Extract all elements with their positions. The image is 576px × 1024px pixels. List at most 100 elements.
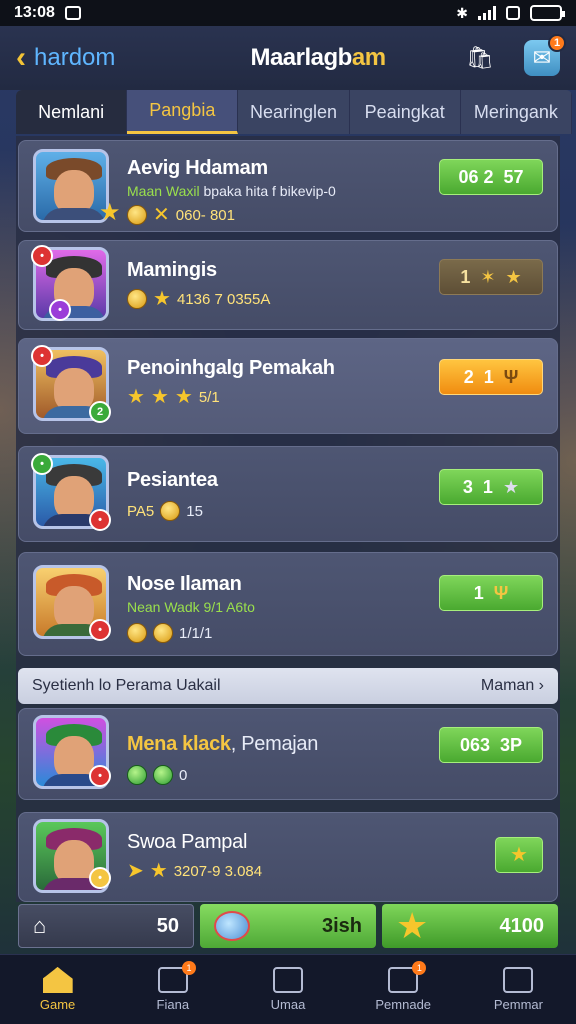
nav-label: Umaa — [270, 997, 306, 1012]
back-button[interactable]: ‹ hardom — [16, 41, 196, 75]
bow-icon: ✕ — [153, 204, 170, 226]
list-item[interactable]: • • Mamingis ★ 4136 7 0355A 1 ✶ ★ — [18, 240, 558, 330]
home-count: 50 — [156, 914, 179, 937]
reward-value: 4100 — [499, 914, 545, 937]
star-icon: ★ — [174, 386, 193, 408]
score-button[interactable]: ★ — [495, 837, 543, 873]
section-link[interactable]: Maman › — [481, 677, 544, 695]
score-button[interactable]: 2 1 Ψ — [439, 359, 543, 395]
notification-icon — [64, 6, 81, 20]
star-icon: ★ — [99, 199, 121, 226]
player-subtitle-rest: bpaka hita f bikevip-0 — [203, 183, 336, 199]
rank-badge: • — [31, 345, 53, 367]
tab-1[interactable]: Pangbia — [127, 90, 239, 134]
home-icon — [42, 967, 73, 993]
coin-icon — [160, 501, 181, 521]
mail-button[interactable]: ✉ 1 — [524, 34, 566, 76]
medal-icon: ✶ — [480, 266, 496, 287]
list-item[interactable]: • 2 Penoinhgalg Pemakah ★ ★ ★ 5/1 2 1 Ψ — [18, 338, 558, 434]
player-subtitle-accent: Maan Waxil — [127, 183, 200, 199]
nav-label: Pemmar — [493, 997, 543, 1012]
list-item[interactable]: • • Pesiantea PA5 15 3 1 ★ — [18, 446, 558, 542]
score-button[interactable]: 063 3P — [439, 727, 543, 763]
mail-badge: 1 — [548, 34, 566, 52]
coin-icon — [153, 623, 173, 643]
list-item[interactable]: • Nose Ilaman Nean Wadk 9/1 A6to 1/1/1 1… — [18, 552, 558, 656]
star-icon: ★ — [510, 844, 528, 866]
tab-3[interactable]: Peaingkat — [350, 90, 461, 134]
gem-icon — [153, 765, 173, 785]
bottom-nav: Game 1 Fiana Umaa 1 Pemnade Pemmar — [0, 954, 576, 1024]
nav-item-fiana[interactable]: 1 Fiana — [115, 955, 230, 1024]
score-button[interactable]: 3 1 ★ — [439, 469, 543, 505]
class-badge: 2 — [89, 401, 111, 423]
player-name: Mamingis — [127, 259, 217, 281]
shop-button[interactable]: 🛍 — [462, 40, 498, 76]
nav-item-game[interactable]: Game — [0, 955, 115, 1024]
status-time: 13:08 — [14, 4, 55, 21]
status-bar: 13:08 ✱ — [0, 0, 576, 26]
nav-badge: 1 — [182, 961, 197, 975]
nav-item-umaa[interactable]: Umaa — [230, 955, 345, 1024]
reward-action-button[interactable]: ★ 4100 — [382, 904, 558, 948]
tab-bar: Nemlani Pangbia Nearinglen Peaingkat Mer… — [16, 90, 572, 134]
rank-badge: • — [31, 245, 53, 267]
shop-icon: 🛍 — [466, 45, 494, 70]
class-badge: • — [49, 299, 71, 321]
list-item[interactable]: • Swoa Pampal ➤ ★ 3207-9 3.084 ★ — [18, 812, 558, 902]
player-meta-text: 3207-9 3.084 — [173, 862, 263, 880]
bow-icon: ➤ — [127, 860, 144, 882]
player-meta: PA5 15 — [127, 501, 203, 521]
player-meta: ✕ 060- 801 — [127, 205, 235, 225]
player-subtitle-accent: Nean Wadk 9/1 A6to — [127, 599, 255, 615]
player-meta: ★ 4136 7 0355A — [127, 289, 270, 309]
player-meta-prefix: PA5 — [127, 502, 155, 520]
score-value-secondary: 57 — [503, 166, 524, 187]
score-value: 1 — [460, 266, 471, 287]
list-item[interactable]: • Mena klack, Pemajan 0 063 3P — [18, 708, 558, 800]
coin-icon — [127, 289, 147, 309]
score-button[interactable]: 1 Ψ — [439, 575, 543, 611]
player-meta: 0 — [127, 765, 187, 785]
nav-badge: 1 — [412, 961, 427, 975]
nav-label: Game — [39, 997, 76, 1012]
player-list: ★ Aevig Hdamam Maan Waxil bpaka hita f b… — [16, 136, 560, 902]
avatar — [33, 149, 109, 223]
mid-label: 3ish — [321, 914, 362, 937]
score-value-secondary: 1 — [483, 366, 494, 387]
player-meta: ➤ ★ 3207-9 3.084 — [127, 861, 262, 881]
nav-item-pemnade[interactable]: 1 Pemnade — [346, 955, 461, 1024]
star-icon: ★ — [149, 860, 168, 882]
player-name: Pesiantea — [127, 469, 218, 491]
nav-item-pemmar[interactable]: Pemmar — [461, 955, 576, 1024]
battery-icon — [530, 5, 565, 21]
mid-action-button[interactable]: 3ish — [200, 904, 376, 948]
home-icon: ⌂ — [33, 913, 47, 938]
gem-icon — [127, 765, 147, 785]
action-bar: ⌂ 50 3ish ★ 4100 — [18, 904, 560, 948]
player-meta: 1/1/1 — [127, 623, 212, 643]
score-button[interactable]: 06 2 57 — [439, 159, 543, 195]
trophy-icon: Ψ — [503, 366, 519, 387]
page-title: Maarlagbam — [196, 44, 440, 72]
score-button[interactable]: 1 ✶ ★ — [439, 259, 543, 295]
class-badge: • — [89, 619, 111, 641]
home-action-button[interactable]: ⌂ 50 — [18, 904, 194, 948]
tv-icon — [273, 967, 303, 993]
tab-2[interactable]: Nearinglen — [238, 90, 350, 134]
list-item[interactable]: ★ Aevig Hdamam Maan Waxil bpaka hita f b… — [18, 140, 558, 232]
score-value: 06 2 — [458, 166, 494, 187]
player-name: Mena klack, Pemajan — [127, 733, 318, 756]
orb-icon — [214, 911, 250, 941]
tab-4[interactable]: Meringank — [461, 90, 572, 134]
tab-0[interactable]: Nemlani — [16, 90, 128, 134]
player-meta-text: 0 — [179, 766, 188, 784]
class-badge: • — [89, 509, 111, 531]
star-icon: ★ — [153, 288, 171, 310]
score-value-secondary: 3P — [500, 734, 523, 755]
score-value: 2 — [463, 366, 474, 387]
class-badge: • — [89, 765, 111, 787]
back-label: hardom — [34, 44, 116, 71]
star-icon: ★ — [505, 266, 522, 287]
player-meta-text: 060- 801 — [175, 206, 235, 224]
